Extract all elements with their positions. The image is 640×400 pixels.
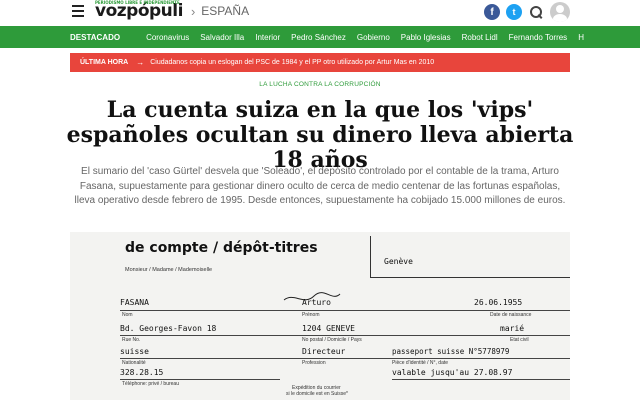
doc-label-street: Rue No. [122,337,141,343]
doc-firstname: Arturo [302,298,331,307]
doc-phone: 328.28.15 [120,368,164,377]
doc-surname: FASANA [120,298,149,307]
doc-nationality: suisse [120,347,149,356]
doc-rule [120,310,570,311]
nav-item-robot-lidl[interactable]: Robot Lidl [462,33,498,42]
facebook-icon[interactable]: f [484,4,500,20]
doc-label-firstname: Prénom [302,312,320,318]
site-logo[interactable]: PERIODISMO LIBRE E INDEPENDIENTE vozpópu… [95,0,183,21]
article-subtitle: El sumario del 'caso Gürtel' desvela que… [74,166,566,206]
doc-status: marié [500,324,525,333]
doc-rule [120,335,570,336]
doc-label-name: Nom [122,312,133,318]
doc-label-status: Etat civil [510,337,529,343]
article-image-document: de compte / dépôt-titres Monsieur / Mada… [70,232,570,400]
article-kicker[interactable]: LA LUCHA CONTRA LA CORRUPCIÓN [0,81,640,88]
nav-item-coronavirus[interactable]: Coronavirus [146,33,189,42]
breaking-news-bar[interactable]: ÚLTIMA HORA → Ciudadanos copia un esloga… [70,53,570,72]
brand: PERIODISMO LIBRE E INDEPENDIENTE vozpópu… [95,0,249,22]
breaking-headline-link[interactable]: Ciudadanos copia un eslogan del PSC de 1… [150,59,434,66]
doc-label-dob: Date de naissance [490,312,532,318]
nav-item-gobierno[interactable]: Gobierno [357,33,390,42]
doc-rule [120,379,280,380]
doc-city: 1204 GENEVE [302,324,355,333]
breaking-label: ÚLTIMA HORA [80,59,129,66]
nav-item-pablo-iglesias[interactable]: Pablo Iglesias [401,33,451,42]
menu-icon[interactable] [72,5,84,17]
section-link[interactable]: ESPAÑA [201,4,249,18]
search-icon[interactable] [528,4,544,20]
nav-featured-label: DESTACADO [70,32,121,42]
doc-valid-until: valable jusqu'au 27.08.97 [392,368,513,377]
doc-dob: 26.06.1955 [474,298,523,307]
nav-item-pedro-sanchez[interactable]: Pedro Sánchez [291,33,346,42]
doc-id-document: passeport suisse N°5778979 [392,347,510,356]
doc-label-city: No postal / Domicile / Pays [302,337,362,343]
document-title: de compte / dépôt-titres [125,240,318,256]
doc-label-phone: Téléphone: privé / bureau [122,381,179,387]
doc-rule [392,379,570,380]
twitter-icon[interactable]: t [506,4,522,20]
chevron-right-icon: › [190,3,196,19]
logo-tagline: PERIODISMO LIBRE E INDEPENDIENTE [95,0,180,5]
section-nav: DESTACADO Coronavirus Salvador Illa Inte… [0,26,640,48]
top-bar: PERIODISMO LIBRE E INDEPENDIENTE vozpópu… [0,0,640,24]
doc-label-nationality: Nationalité [122,360,146,366]
doc-label-expedition-2: si le domicile est en Suisse* [286,391,348,397]
article-title: La cuenta suiza en la que los 'vips' esp… [66,97,574,173]
header-actions: f t [484,2,570,22]
nav-item-interior[interactable]: Interior [255,33,280,42]
document-subtitle: Monsieur / Madame / Mademoiselle [125,267,213,273]
user-avatar-icon[interactable] [550,2,570,22]
doc-label-id: Pièce d'identité / N°, date [392,360,449,366]
doc-profession: Directeur [302,347,346,356]
doc-street: Bd. Georges-Favon 18 [120,324,217,333]
arrow-right-icon: → [136,58,145,67]
document-box-value: Genève [384,257,413,266]
doc-label-profession: Profession [302,360,326,366]
nav-item-truncated[interactable]: H [578,33,584,42]
nav-item-salvador-illa[interactable]: Salvador Illa [200,33,244,42]
doc-rule [120,358,570,359]
nav-item-fernando-torres[interactable]: Fernando Torres [509,33,568,42]
